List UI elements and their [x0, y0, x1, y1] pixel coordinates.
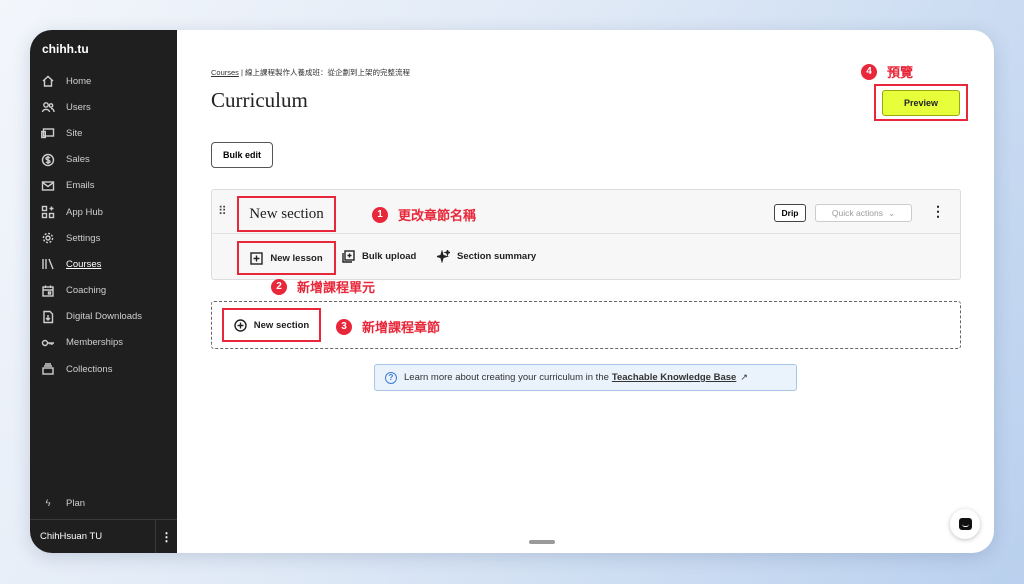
sidebar-item-memberships[interactable]: Memberships: [30, 330, 177, 356]
annotation-box-preview: Preview: [874, 84, 968, 121]
sidebar-item-settings[interactable]: Settings: [30, 225, 177, 251]
key-icon: [40, 335, 56, 351]
section-summary-label: Section summary: [457, 251, 537, 262]
bulk-edit-button[interactable]: Bulk edit: [211, 142, 273, 168]
sidebar-item-site[interactable]: Site: [30, 120, 177, 146]
sidebar-item-label: Site: [66, 127, 83, 139]
sidebar-item-sales[interactable]: Sales: [30, 147, 177, 173]
sidebar-item-app-hub[interactable]: App Hub: [30, 199, 177, 225]
plan-label: Plan: [66, 498, 86, 509]
annotation-number: 1: [372, 206, 388, 223]
bulk-upload-button[interactable]: Bulk upload: [342, 250, 416, 263]
sidebar-item-label: Memberships: [66, 337, 124, 349]
sidebar-item-collections[interactable]: Collections: [30, 356, 177, 382]
sidebar-item-label: Courses: [66, 258, 102, 270]
sidebar-item-label: Sales: [66, 154, 90, 166]
annotation-box-section-title: New section: [237, 196, 336, 232]
new-section-button[interactable]: New section: [234, 318, 310, 332]
sparkle-icon: [434, 248, 452, 264]
new-section-label: New section: [253, 319, 310, 331]
home-indicator: [529, 540, 555, 544]
help-icon: ?: [385, 371, 397, 384]
new-section-area: New section: [211, 301, 961, 349]
sidebar-item-coaching[interactable]: Coaching: [30, 278, 177, 304]
download-icon: [40, 309, 56, 325]
annotation-box-new-section: New section: [222, 308, 321, 342]
info-text: Learn more about creating your curriculu…: [404, 372, 609, 383]
lightning-icon: ϟ: [45, 498, 51, 509]
annotation-text: 新增課程章節: [362, 320, 441, 335]
dollar-icon: [40, 152, 56, 168]
section-title[interactable]: New section: [249, 206, 324, 223]
calendar-icon: [40, 283, 56, 299]
annotation-text: 新增課程單元: [297, 280, 376, 295]
user-name: ChihHsuan TU: [40, 531, 103, 542]
sidebar-nav: Home Users Site Sales Emails App Hub Set…: [30, 68, 177, 382]
annotation-3: 3 新增課程章節: [336, 317, 440, 336]
sidebar-item-label: Emails: [66, 180, 95, 192]
new-lesson-button[interactable]: New lesson: [250, 251, 323, 265]
sidebar-item-home[interactable]: Home: [30, 68, 177, 94]
annotation-number: 3: [336, 318, 352, 335]
sidebar-item-label: Collections: [66, 363, 113, 375]
sidebar-item-digital-downloads[interactable]: Digital Downloads: [30, 304, 177, 330]
app-hub-icon: [40, 204, 56, 220]
user-more-icon[interactable]: ⋮: [155, 520, 177, 553]
sidebar-item-label: Settings: [66, 232, 101, 244]
app-window: chihh.tu Home Users Site Sales Emails Ap…: [30, 30, 994, 553]
sidebar-item-label: Users: [66, 101, 91, 113]
annotation-number: 4: [861, 63, 877, 80]
sidebar-item-label: App Hub: [66, 206, 103, 218]
home-icon: [40, 73, 56, 89]
gear-icon: [40, 230, 56, 246]
bulk-upload-icon: [342, 250, 355, 263]
sidebar-item-users[interactable]: Users: [30, 94, 177, 120]
annotation-4: 4 預覽: [861, 62, 913, 81]
site-icon: [40, 125, 56, 141]
sidebar: chihh.tu Home Users Site Sales Emails Ap…: [30, 30, 177, 553]
annotation-1: 1 更改章節名稱: [372, 205, 476, 224]
users-icon: [40, 99, 56, 115]
info-banner: ? Learn more about creating your curricu…: [374, 364, 797, 391]
new-lesson-label: New lesson: [270, 252, 323, 264]
collections-icon: [40, 361, 56, 377]
annotation-2: 2 新增課程單元: [271, 277, 375, 296]
mail-icon: [40, 178, 56, 194]
chat-launcher[interactable]: [950, 509, 980, 539]
annotation-number: 2: [271, 278, 287, 295]
external-link-icon: ↗: [740, 372, 748, 382]
quick-actions-label: Quick actions: [831, 208, 883, 218]
drip-button[interactable]: Drip: [774, 204, 806, 222]
section-summary-button[interactable]: Section summary: [434, 248, 537, 264]
plus-square-icon: [250, 251, 264, 265]
school-name[interactable]: chihh.tu: [42, 42, 89, 56]
plus-circle-icon: [234, 318, 247, 332]
quick-actions-dropdown[interactable]: Quick actions ⌄: [815, 204, 912, 222]
books-icon: [40, 256, 56, 272]
annotation-text: 預覽: [887, 65, 914, 80]
annotation-box-new-lesson: New lesson: [237, 241, 336, 275]
annotation-text: 更改章節名稱: [398, 208, 477, 223]
chat-icon: [958, 518, 972, 530]
main-content: Courses | 線上課程製作人養成班：從企劃到上架的完整流程 Curricu…: [177, 30, 994, 553]
section-more-icon[interactable]: ⋮: [931, 203, 945, 220]
sidebar-item-emails[interactable]: Emails: [30, 173, 177, 199]
chevron-down-icon: ⌄: [887, 207, 896, 218]
sidebar-item-label: Home: [66, 75, 92, 87]
bulk-upload-label: Bulk upload: [362, 251, 417, 262]
sidebar-item-label: Digital Downloads: [66, 311, 143, 323]
sidebar-item-label: Coaching: [66, 285, 107, 297]
breadcrumb: Courses | 線上課程製作人養成班：從企劃到上架的完整流程: [211, 67, 410, 78]
sidebar-item-courses[interactable]: Courses: [30, 251, 177, 277]
preview-button[interactable]: Preview: [882, 89, 960, 116]
breadcrumb-courses-link[interactable]: Courses: [211, 68, 239, 77]
breadcrumb-course-name: | 線上課程製作人養成班：從企劃到上架的完整流程: [238, 68, 411, 77]
sidebar-item-plan[interactable]: ϟ Plan: [40, 498, 85, 509]
user-menu[interactable]: ChihHsuan TU ⋮: [30, 519, 177, 553]
section-card: ⠿ New section Drip Quick actions ⌄ ⋮ New…: [211, 189, 961, 280]
section-header: ⠿ New section Drip Quick actions ⌄ ⋮: [212, 190, 960, 234]
page-title: Curriculum: [211, 88, 308, 112]
drag-handle-icon[interactable]: ⠿: [218, 204, 227, 218]
knowledge-base-link[interactable]: Teachable Knowledge Base: [612, 372, 736, 383]
